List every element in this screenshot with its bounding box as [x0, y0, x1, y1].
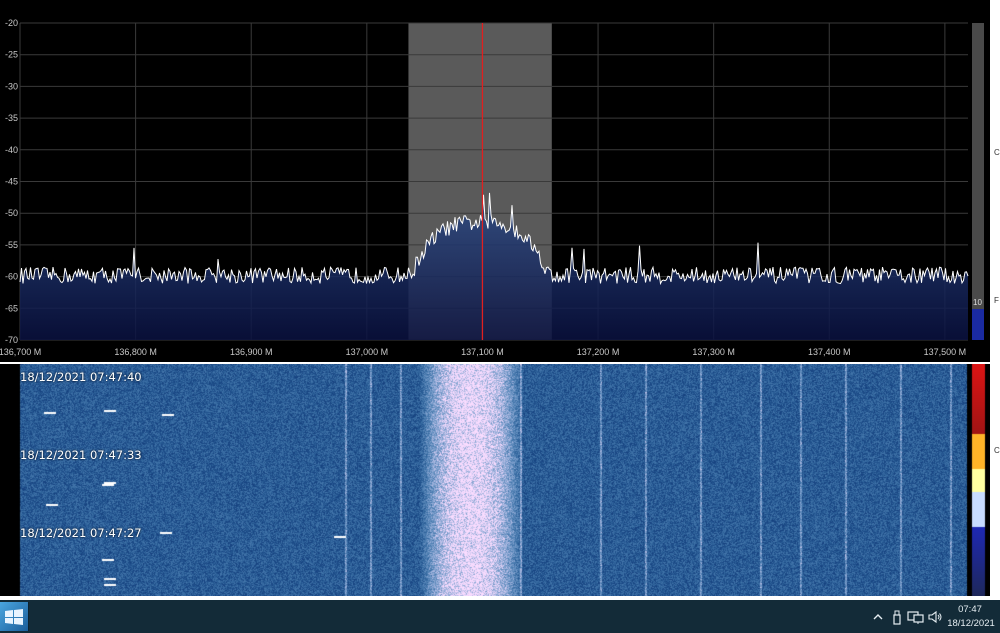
- db-tick-label: -30: [5, 81, 18, 91]
- side-panel-letter: F: [994, 296, 999, 305]
- taskbar-clock-date[interactable]: 18/12/2021: [944, 618, 998, 629]
- waterfall-panel[interactable]: 18/12/2021 07:47:40 18/12/2021 07:47:33 …: [0, 364, 990, 596]
- db-tick-label: -55: [5, 240, 18, 250]
- taskbar-clock-time[interactable]: 07:47: [948, 604, 992, 615]
- start-button[interactable]: [0, 602, 29, 631]
- freq-tick-label: 137,000 M: [346, 347, 389, 357]
- db-tick-label: -45: [5, 177, 18, 187]
- waterfall-timestamp: 18/12/2021 07:47:40: [20, 370, 142, 384]
- freq-tick-label: 137,500 M: [924, 347, 967, 357]
- db-tick-label: -40: [5, 145, 18, 155]
- chevron-up-icon[interactable]: [871, 609, 885, 625]
- freq-tick-label: 137,100 M: [461, 347, 504, 357]
- freq-tick-label: 136,800 M: [114, 347, 157, 357]
- db-tick-label: -35: [5, 113, 18, 123]
- gain-bar-fill: [972, 309, 984, 340]
- freq-tick-label: 137,300 M: [692, 347, 735, 357]
- usb-drive-icon[interactable]: [890, 609, 904, 625]
- taskbar: [0, 600, 1000, 633]
- spectrum-panel[interactable]: -20 -25 -30 -35 -40 -45 -50 -55 -60 -65 -70 136,700…: [0, 0, 990, 362]
- side-panel-letter: C: [994, 446, 1000, 455]
- gain-bar-track: [972, 23, 984, 340]
- db-tick-label: -60: [5, 272, 18, 282]
- windows-icon: [5, 609, 23, 625]
- freq-tick-label: 137,200 M: [577, 347, 620, 357]
- db-tick-label: -25: [5, 50, 18, 60]
- freq-tick-label: 137,400 M: [808, 347, 851, 357]
- gain-bar-value: 10: [973, 298, 982, 307]
- spectrum-plot[interactable]: -20 -25 -30 -35 -40 -45 -50 -55 -60 -65 -70 136,700…: [0, 0, 990, 362]
- network-icon[interactable]: [907, 609, 925, 625]
- db-tick-label: -70: [5, 335, 18, 345]
- waterfall-display[interactable]: [0, 364, 990, 596]
- freq-tick-label: 136,900 M: [230, 347, 273, 357]
- db-tick-label: -50: [5, 208, 18, 218]
- db-tick-label: -65: [5, 303, 18, 313]
- db-tick-label: -20: [5, 18, 18, 28]
- freq-tick-label: 136,700 M: [0, 347, 41, 357]
- side-panel-letter: C: [994, 148, 1000, 157]
- speaker-icon[interactable]: [927, 609, 943, 625]
- waterfall-timestamp: 18/12/2021 07:47:33: [20, 448, 142, 462]
- waterfall-timestamp: 18/12/2021 07:47:27: [20, 526, 142, 540]
